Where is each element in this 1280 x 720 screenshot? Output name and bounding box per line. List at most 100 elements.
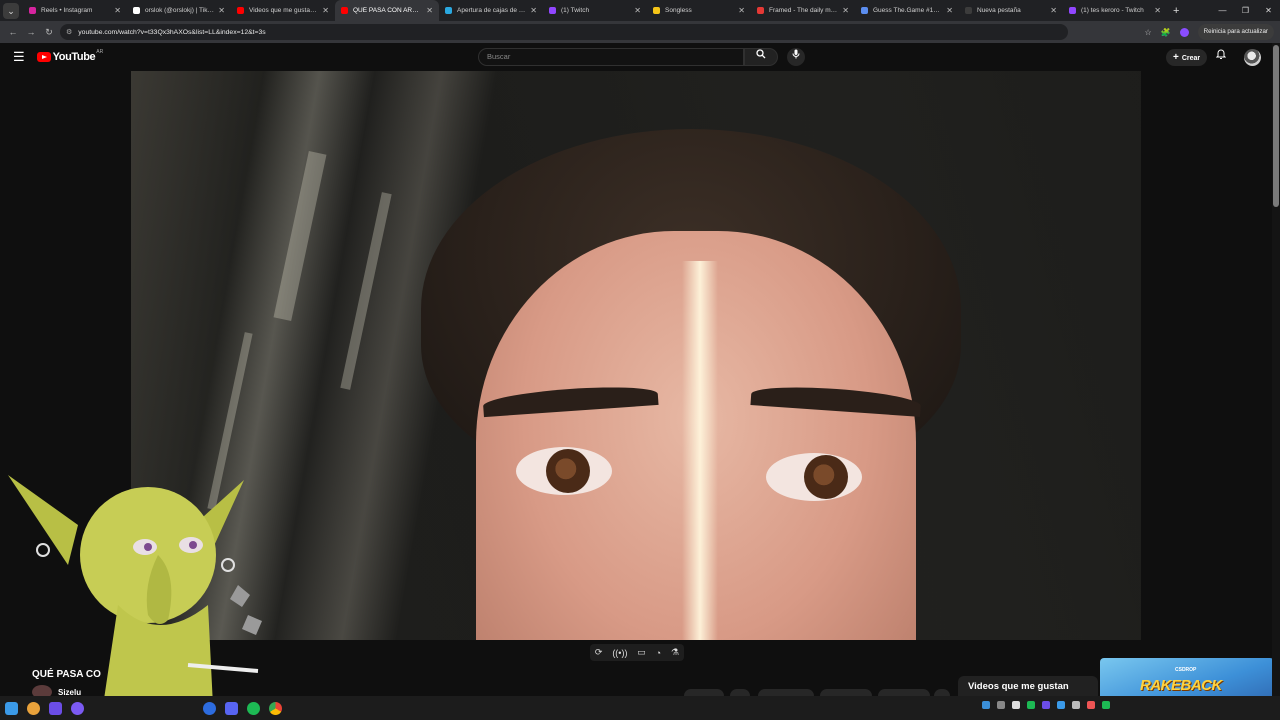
ad-headline: RAKEBACK	[1140, 677, 1222, 694]
search-icon[interactable]	[744, 48, 778, 66]
bell-glyph	[1215, 49, 1227, 59]
browser-tab[interactable]: (1) tes keroro - Twitch ✕	[1063, 0, 1167, 21]
extensions-icon[interactable]: 🧩	[1161, 28, 1171, 37]
new-tab-button[interactable]: +	[1173, 5, 1179, 17]
browser-tab[interactable]: Framed - The daily movie ✕	[751, 0, 855, 21]
windows-icon	[4, 701, 18, 715]
tab-close-icon[interactable]: ✕	[218, 6, 225, 15]
tab-close-icon[interactable]: ✕	[842, 6, 849, 15]
tray-icon[interactable]	[1087, 701, 1095, 709]
bookmark-star-icon[interactable]: ☆	[1145, 28, 1152, 37]
speed-icon[interactable]: ◔	[656, 648, 661, 658]
menu-icon[interactable]: ☰	[13, 49, 25, 65]
taskbar-app[interactable]	[220, 697, 242, 719]
tab-search-button[interactable]: ⌄	[3, 2, 19, 19]
taskbar-app[interactable]	[198, 697, 220, 719]
tray-icon[interactable]	[1102, 701, 1110, 709]
tray-icon[interactable]	[1012, 701, 1020, 709]
scrollbar-thumb[interactable]	[1273, 45, 1279, 207]
toolbar-right: ☆ 🧩 Reinicia para actualizar	[1145, 24, 1274, 40]
tab-favicon-icon	[757, 7, 764, 14]
taskbar-app[interactable]	[66, 697, 88, 719]
taskbar-chrome[interactable]	[264, 697, 286, 719]
tab-favicon-icon	[133, 7, 140, 14]
notifications-bell-icon[interactable]	[1215, 49, 1227, 63]
mic-icon[interactable]	[787, 48, 805, 66]
tray-icon[interactable]	[1042, 701, 1050, 709]
goblin-earring-right	[221, 558, 235, 572]
taskbar-app[interactable]	[44, 697, 66, 719]
tab-close-icon[interactable]: ✕	[738, 6, 745, 15]
app-icon	[202, 701, 216, 715]
create-label: Crear	[1181, 55, 1201, 62]
forward-icon[interactable]: →	[22, 27, 40, 37]
tab-close-icon[interactable]: ✕	[114, 6, 121, 15]
plus-icon: +	[1173, 52, 1179, 63]
country-code: AR	[96, 49, 104, 55]
browser-tab[interactable]: Apertura de cajas de CS2 ✕	[439, 0, 543, 21]
tab-favicon-icon	[653, 7, 660, 14]
tray-icon[interactable]	[1072, 701, 1080, 709]
tab-close-icon[interactable]: ✕	[322, 6, 329, 15]
site-settings-icon[interactable]: ⚙	[66, 28, 72, 36]
video-player[interactable]	[131, 71, 1141, 640]
tab-title: (1) Twitch	[561, 7, 590, 14]
tab-favicon-icon	[965, 7, 972, 14]
browser-tab[interactable]: (1) Twitch ✕	[543, 0, 647, 21]
tab-favicon-icon	[29, 7, 36, 14]
tab-close-icon[interactable]: ✕	[634, 6, 641, 15]
close-window-button[interactable]: ✕	[1257, 0, 1280, 21]
browser-tab[interactable]: Songless ✕	[647, 0, 751, 21]
taskbar-search[interactable]	[22, 697, 44, 719]
tray-icon[interactable]	[997, 701, 1005, 709]
lab-icon[interactable]: ⚗	[671, 647, 679, 658]
browser-tab[interactable]: Nueva pestaña ✕	[959, 0, 1063, 21]
browser-tab[interactable]: orslok (@orslokj) | TikTok ✕	[127, 0, 231, 21]
browser-tab[interactable]: Guess The.Game #1345 ✕	[855, 0, 959, 21]
account-avatar[interactable]	[1244, 49, 1261, 66]
player-controls: ⟳ ((•)) ▭ ◔ ⚗	[590, 644, 684, 661]
goblin-overlay-image	[8, 475, 262, 706]
tab-close-icon[interactable]: ✕	[530, 6, 537, 15]
start-button[interactable]	[0, 697, 22, 719]
address-bar[interactable]: ⚙ youtube.com/watch?v=t33Qx3hAXOs&list=L…	[60, 24, 1068, 40]
relaunch-button[interactable]: Reinicia para actualizar	[1197, 24, 1274, 40]
loop-icon[interactable]: ⟳	[595, 647, 603, 658]
tray-icon[interactable]	[1057, 701, 1065, 709]
profile-icon[interactable]	[1179, 27, 1189, 37]
youtube-logo[interactable]: YouTube AR	[36, 49, 104, 63]
chrome-icon	[268, 701, 282, 715]
browser-tab-strip: ⌄ Reels • Instagram ✕ orslok (@orslokj) | …	[0, 0, 1280, 21]
minimize-button[interactable]: —	[1211, 0, 1234, 21]
browser-tab[interactable]: Reels • Instagram ✕	[23, 0, 127, 21]
page-scrollbar[interactable]	[1272, 43, 1280, 696]
tray-icon[interactable]	[1027, 701, 1035, 709]
browser-tab[interactable]: Videos que me gustan - YouTube ✕	[231, 0, 335, 21]
video-frame-detail	[804, 455, 848, 499]
browser-tab[interactable]: QUÉ PASA CON ARGENTINA ✕	[335, 0, 439, 21]
tab-close-icon[interactable]: ✕	[946, 6, 953, 15]
url-text[interactable]: youtube.com/watch?v=t33Qx3hAXOs&list=LL&…	[78, 29, 265, 36]
browser-toolbar: ← → ↻ ⚙ youtube.com/watch?v=t33Qx3hAXOs&…	[0, 21, 1280, 43]
tab-close-icon[interactable]: ✕	[426, 6, 433, 15]
video-frame-detail	[682, 261, 718, 640]
playlist-panel-header[interactable]: Videos que me gustan	[958, 676, 1098, 698]
taskbar-spotify[interactable]	[242, 697, 264, 719]
create-button[interactable]: + Crear	[1166, 49, 1208, 66]
search-input[interactable]: Buscar	[478, 48, 744, 66]
tray-icon[interactable]	[982, 701, 990, 709]
broadcast-icon[interactable]: ((•))	[612, 648, 627, 658]
tab-title: Framed - The daily movie	[769, 7, 839, 14]
back-icon[interactable]: ←	[4, 27, 22, 37]
video-frame-detail	[766, 453, 862, 501]
app-icon	[70, 701, 84, 715]
system-tray	[982, 701, 1110, 709]
reload-icon[interactable]: ↻	[40, 27, 58, 38]
tab-close-icon[interactable]: ✕	[1050, 6, 1057, 15]
miniplayer-icon[interactable]: ▭	[637, 647, 646, 658]
tab-title: (1) tes keroro - Twitch	[1081, 7, 1144, 14]
maximize-button[interactable]: ❐	[1234, 0, 1257, 21]
tab-favicon-icon	[237, 7, 244, 14]
windows-taskbar	[0, 696, 1280, 720]
tab-close-icon[interactable]: ✕	[1154, 6, 1161, 15]
